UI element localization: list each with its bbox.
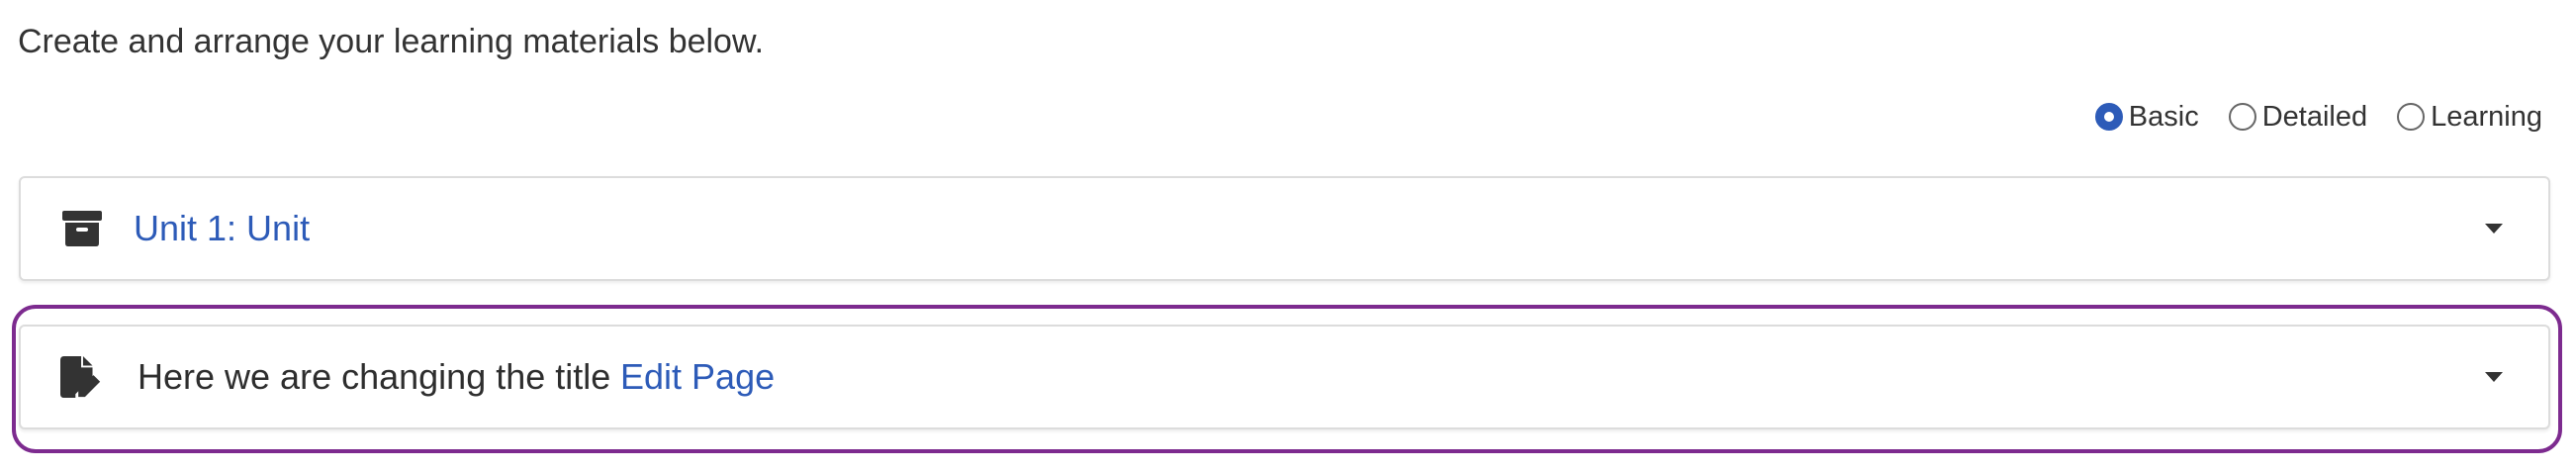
learning-radio-button[interactable] [2397,103,2426,131]
learning-radio-label: Learning [2431,100,2542,133]
basic-radio-label: Basic [2128,100,2199,133]
basic-radio-button[interactable] [2094,103,2123,131]
page-intro-text: Create and arrange your learning materia… [18,23,765,60]
unit-title-link[interactable]: Unit 1: Unit [134,208,310,249]
view-mode-basic-option[interactable]: Basic [2094,100,2199,134]
page-item-card: Here we are changing the title Edit Page [19,325,2550,429]
unit-item-card: Unit 1: Unit [19,176,2550,281]
page-item-title: Here we are changing the title [138,356,611,397]
page-expand-toggle[interactable] [2481,364,2507,390]
view-mode-detailed-option[interactable]: Detailed [2228,100,2368,134]
file-edit-icon [60,355,104,399]
chevron-down-icon [2485,224,2503,234]
view-mode-radio-group: Basic Detailed Learning [2094,95,2542,139]
detailed-radio-label: Detailed [2261,100,2368,133]
chevron-down-icon [2485,372,2503,382]
edit-page-link[interactable]: Edit Page [620,356,775,398]
detailed-radio-button[interactable] [2228,103,2256,131]
view-mode-learning-option[interactable]: Learning [2397,101,2542,134]
unit-expand-toggle[interactable] [2481,216,2507,241]
archive-box-icon [60,207,104,250]
